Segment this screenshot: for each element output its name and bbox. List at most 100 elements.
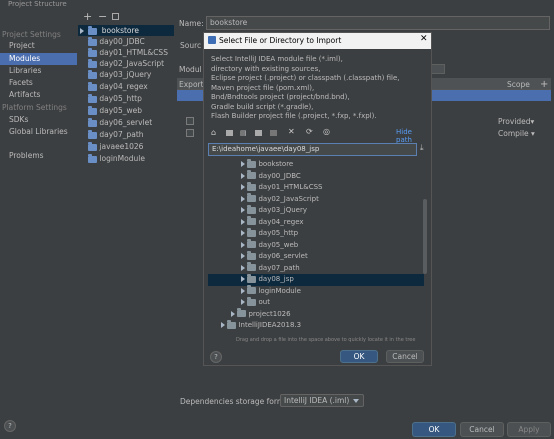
module-item[interactable]: day06_servlet	[88, 117, 152, 128]
expand-arrow-icon[interactable]	[241, 276, 245, 282]
module-item[interactable]: javaee1026	[88, 141, 143, 152]
tree-item[interactable]: day01_HTML&CSS	[208, 181, 424, 194]
refresh-icon[interactable]: ⟳	[306, 127, 313, 136]
expand-arrow-icon[interactable]	[241, 172, 245, 179]
tree-item[interactable]: day00_JDBC	[208, 170, 424, 183]
module-item[interactable]: day05_http	[88, 93, 142, 104]
module-item[interactable]: bookstore	[78, 25, 174, 36]
tree-item[interactable]: out	[208, 296, 424, 309]
copy-icon[interactable]	[112, 13, 119, 20]
dialog-cancel-button[interactable]: Cancel	[386, 350, 424, 363]
expand-arrow-icon[interactable]	[241, 218, 245, 225]
expand-arrow-icon[interactable]	[241, 230, 245, 236]
ok-button[interactable]: OK	[412, 422, 456, 437]
close-icon[interactable]: ✕	[420, 34, 428, 44]
cancel-button[interactable]: Cancel	[460, 422, 504, 437]
module-item[interactable]: day07_path	[88, 129, 144, 140]
dialog-title-bar: Select File or Directory to Import ✕	[204, 33, 431, 49]
tree-item[interactable]: day03_jQuery	[208, 204, 424, 217]
expand-arrow-icon[interactable]	[231, 310, 235, 317]
folder-icon	[247, 250, 257, 260]
apply-button[interactable]: Apply	[507, 422, 551, 437]
tree-item[interactable]: loginModule	[208, 285, 424, 298]
show-hidden-icon[interactable]: ◎	[323, 127, 330, 136]
hide-path-link[interactable]: Hide path	[396, 128, 428, 144]
tab-sources[interactable]: Sourc	[180, 41, 201, 50]
module-label: bookstore	[101, 26, 140, 35]
tree-item[interactable]: day05_web	[208, 239, 424, 252]
download-icon[interactable]: ⤓	[420, 143, 424, 153]
tree-item[interactable]: day04_regex	[208, 216, 424, 229]
tree-item-selected[interactable]: day08_jsp	[208, 273, 424, 286]
dependencies-storage-label: Dependencies storage format:	[180, 397, 295, 406]
module-item[interactable]: day00_JDBC	[88, 36, 145, 47]
tree-item[interactable]: day05_http	[208, 227, 424, 240]
sidebar-item-sdks[interactable]: SDKs	[0, 114, 77, 126]
folder-icon	[227, 319, 237, 329]
folder-icon	[247, 296, 257, 306]
sidebar-item-problems[interactable]: Problems	[0, 150, 77, 162]
export-checkbox[interactable]	[186, 129, 194, 137]
expand-arrow-icon[interactable]	[241, 264, 245, 271]
expand-arrow-icon[interactable]	[241, 253, 245, 259]
tree-item[interactable]: day02_JavaScript	[208, 193, 424, 206]
module-name-field[interactable]: bookstore	[206, 16, 550, 30]
window-title-bar: Project Structure	[0, 0, 554, 10]
sidebar-item-modules[interactable]: Modules	[0, 53, 77, 65]
expand-arrow-icon[interactable]	[241, 184, 245, 190]
module-item[interactable]: day04_regex	[88, 81, 148, 92]
storage-format-select[interactable]: IntelliJ IDEA (.iml)	[280, 394, 364, 407]
sidebar-item-libraries[interactable]: Libraries	[0, 65, 77, 77]
module-item[interactable]: loginModule	[88, 153, 145, 164]
remove-icon[interactable]: −	[98, 10, 107, 23]
module-item[interactable]: day03_jQuery	[88, 69, 151, 80]
expand-arrow-icon[interactable]	[241, 241, 245, 248]
tree-label: loginModule	[258, 286, 301, 295]
folder-icon	[247, 262, 257, 271]
tree-item[interactable]: bookstore	[208, 158, 424, 171]
path-input[interactable]: E:\ideahome\javaee\day08_jsp	[208, 143, 417, 156]
scope-dropdown[interactable]: Provided▾	[498, 117, 534, 126]
sidebar-item-facets[interactable]: Facets	[0, 77, 77, 89]
module-item[interactable]: day01_HTML&CSS	[88, 47, 168, 58]
module-item[interactable]: day05_web	[88, 105, 142, 116]
tree-item[interactable]: project1026	[208, 308, 424, 321]
tree-label: day00_JDBC	[258, 171, 301, 180]
delete-icon[interactable]: ✕	[288, 127, 295, 136]
modules-toolbar: + −	[80, 10, 176, 24]
expand-arrow-icon[interactable]	[241, 195, 245, 202]
sidebar-item-artifacts[interactable]: Artifacts	[0, 89, 77, 101]
home-icon[interactable]: ⌂	[211, 128, 216, 137]
dialog-ok-button[interactable]: OK	[340, 350, 378, 363]
desktop-icon[interactable]	[226, 130, 233, 136]
expand-arrow-icon[interactable]	[80, 28, 84, 34]
tree-scrollbar[interactable]	[423, 199, 427, 274]
module-label: day06_servlet	[99, 118, 153, 127]
module-item[interactable]: day02_JavaScript	[88, 58, 164, 69]
expand-arrow-icon[interactable]	[241, 287, 245, 294]
sidebar-item-global-libraries[interactable]: Global Libraries	[0, 126, 77, 138]
sidebar-item-project[interactable]: Project	[0, 40, 77, 52]
add-icon[interactable]: +	[83, 10, 92, 23]
tree-item[interactable]: day07_path	[208, 262, 424, 275]
help-button[interactable]: ?	[4, 420, 16, 432]
expand-arrow-icon[interactable]	[221, 322, 225, 328]
select-file-dialog: Select File or Directory to Import ✕ Sel…	[203, 32, 432, 366]
tree-item[interactable]: IntelliJIDEA2018.3	[208, 319, 424, 332]
module-folder-icon	[88, 69, 97, 79]
platform-settings-header: Platform Settings	[2, 103, 67, 112]
tree-label: day04_regex	[258, 217, 304, 226]
export-checkbox[interactable]	[186, 117, 194, 125]
edit-button[interactable]	[431, 64, 445, 74]
project-icon[interactable]: ▤	[240, 129, 247, 137]
expand-arrow-icon[interactable]	[241, 207, 245, 213]
module-icon[interactable]	[255, 130, 262, 136]
window-title: Project Structure	[8, 0, 67, 8]
dialog-help-button[interactable]: ?	[210, 351, 222, 363]
add-dependency-icon[interactable]: +	[540, 79, 548, 90]
scope-dropdown[interactable]: Compile ▾	[498, 129, 535, 138]
tree-item[interactable]: day06_servlet	[208, 250, 424, 263]
expand-arrow-icon[interactable]	[241, 161, 245, 167]
expand-arrow-icon[interactable]	[241, 299, 245, 305]
new-folder-icon[interactable]	[270, 130, 277, 136]
